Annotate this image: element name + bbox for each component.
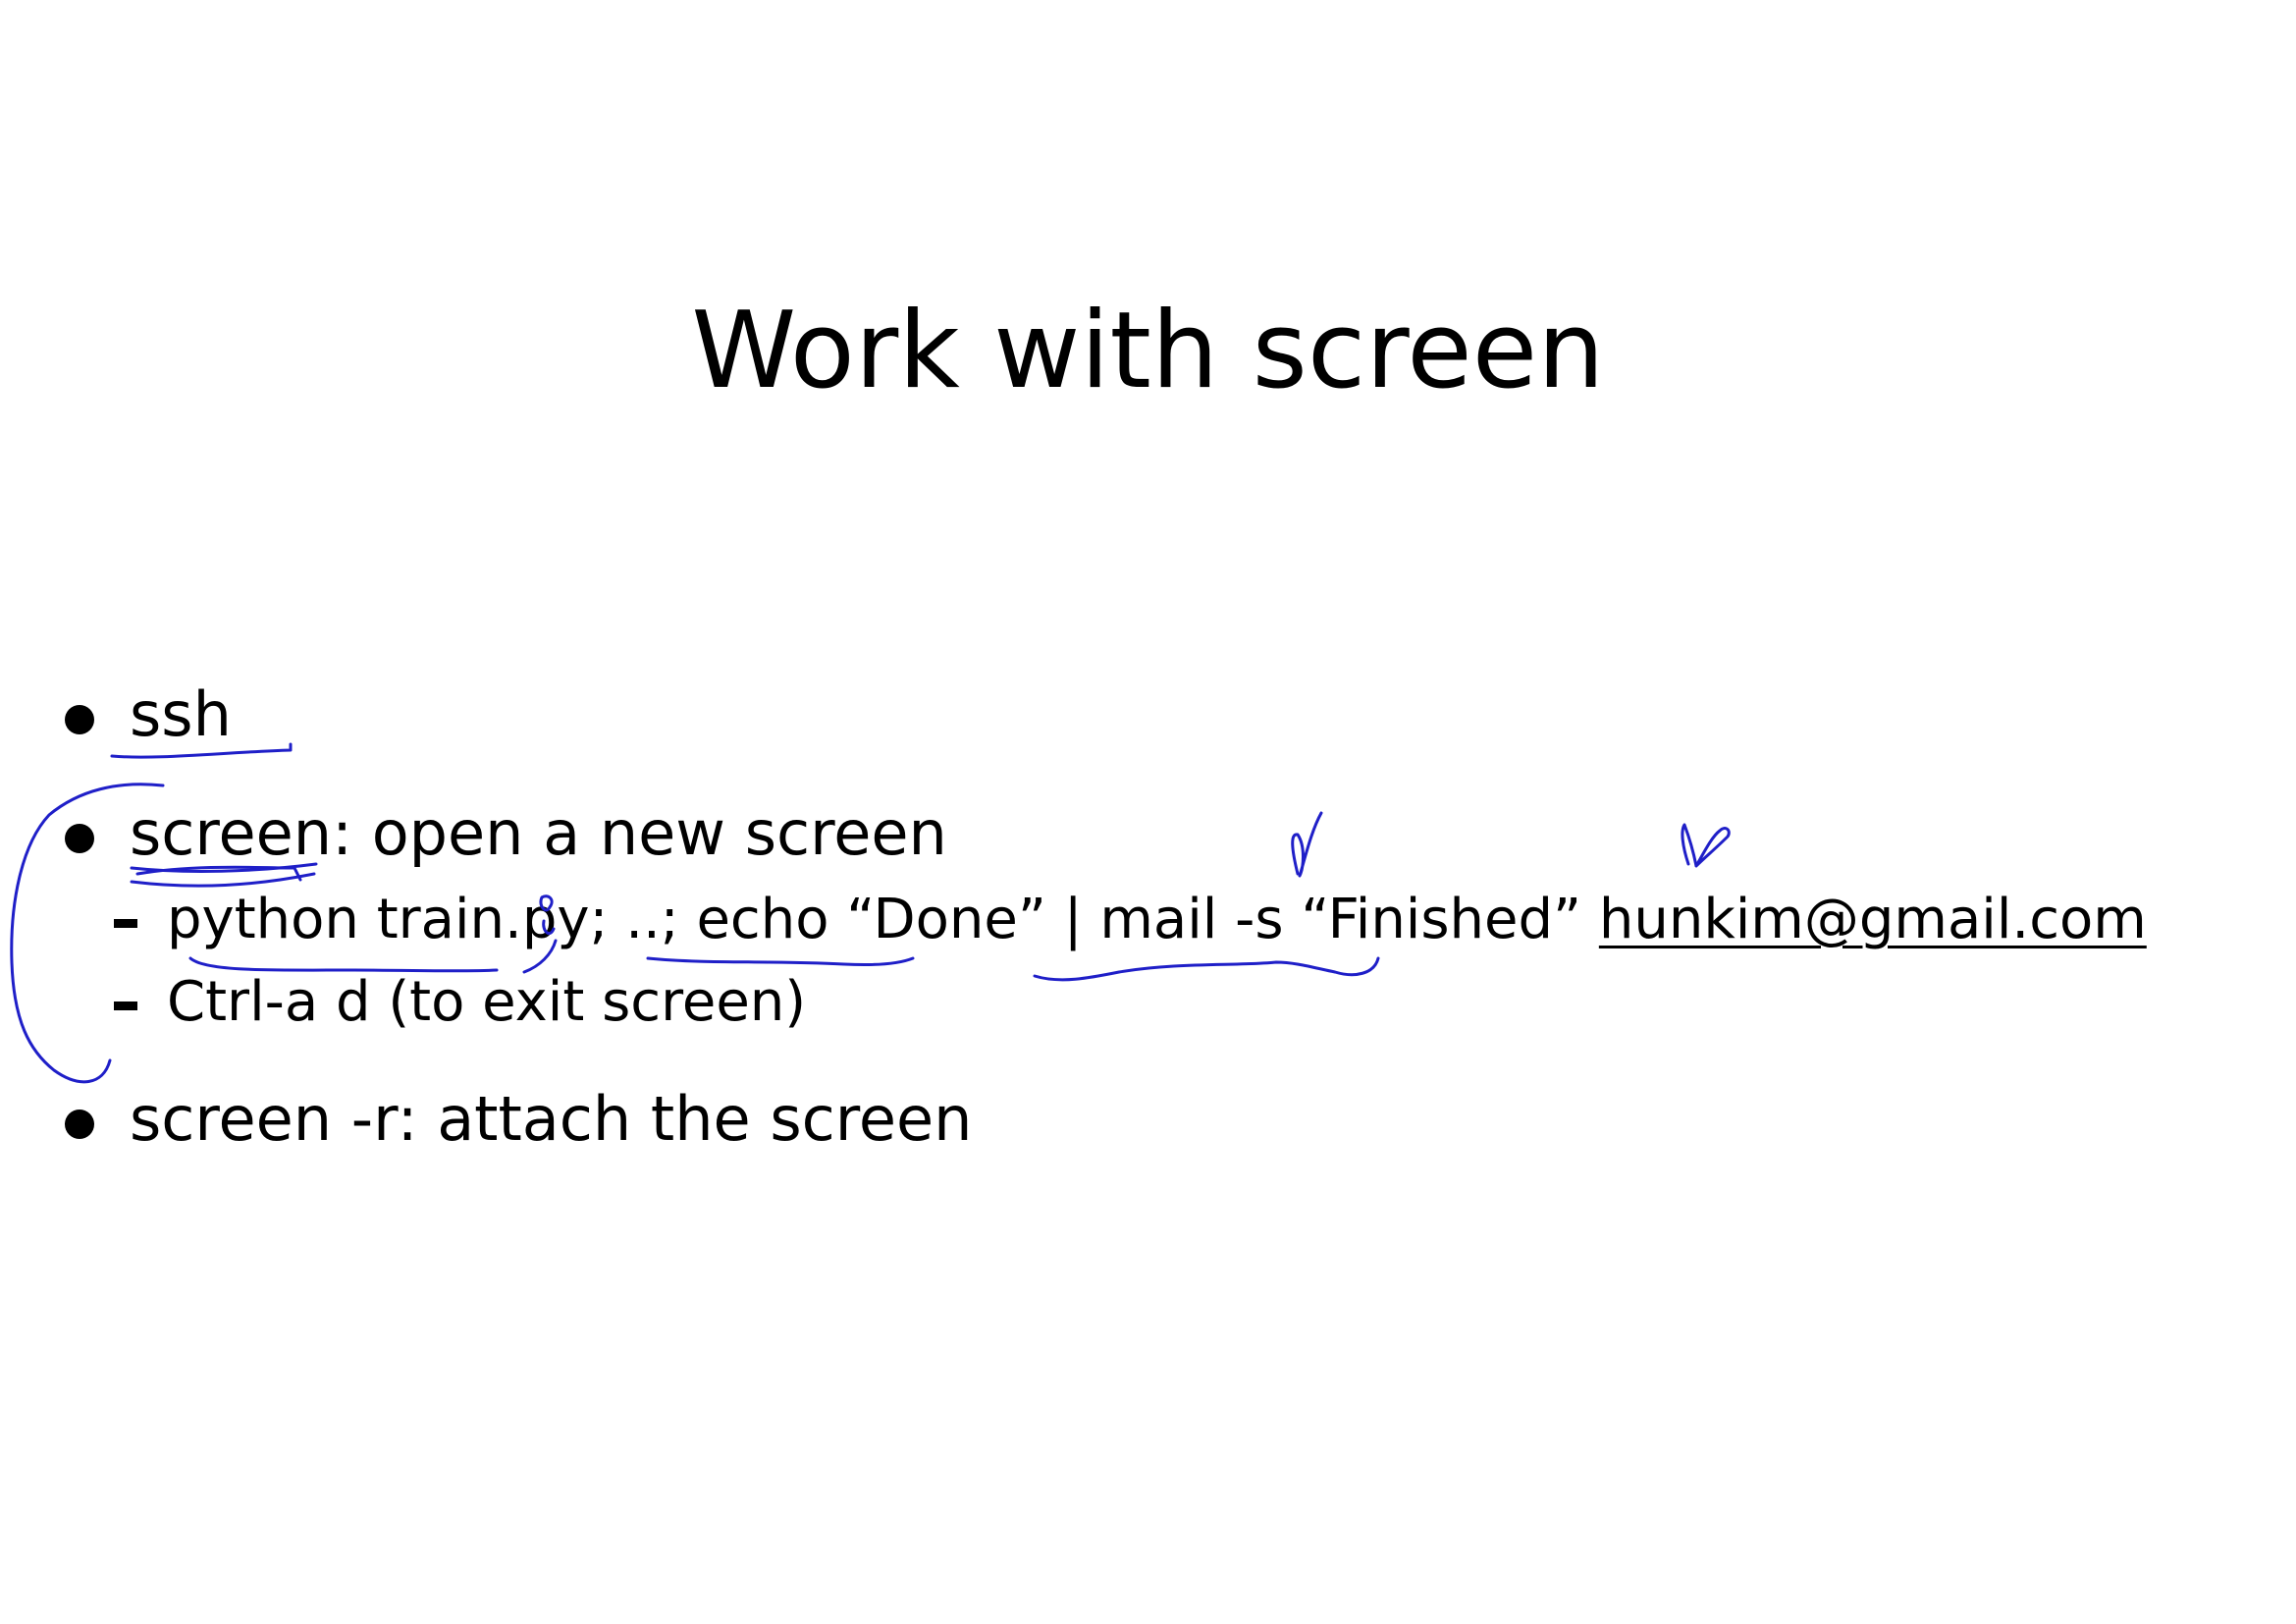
ink-underline-echo bbox=[646, 956, 915, 967]
dash-marker bbox=[114, 919, 137, 928]
bullet-text: screen -r: attach the screen bbox=[130, 1082, 972, 1157]
ink-check-1 bbox=[1291, 811, 1323, 878]
bullet-term: screen: bbox=[130, 797, 352, 869]
bullet-term: ssh bbox=[130, 678, 232, 750]
bullet-text: screen: open a new screen bbox=[130, 796, 947, 871]
bullet-rest: open a new screen bbox=[352, 797, 947, 869]
dash-marker bbox=[114, 1001, 137, 1010]
ink-check-2 bbox=[1681, 823, 1731, 868]
ink-underline-screen-3 bbox=[130, 872, 316, 888]
bullet-term: screen -r: bbox=[130, 1083, 418, 1155]
sub-item-text: Ctrl-a d (to exit screen) bbox=[167, 970, 807, 1034]
bullet-rest: attach the screen bbox=[417, 1083, 973, 1155]
bullet-text: ssh bbox=[130, 677, 232, 752]
bullet-dot bbox=[65, 824, 94, 853]
bullet-dot bbox=[65, 705, 94, 734]
sub-item-text: python train.py; ..; echo “Done” | mail … bbox=[167, 886, 2147, 954]
ink-underline-mail bbox=[1033, 956, 1380, 982]
slide-title: Work with screen bbox=[691, 290, 1605, 412]
command-text: python train.py; ..; echo “Done” | mail … bbox=[167, 888, 1599, 951]
slide: Work with screen ssh screen: open a new … bbox=[0, 0, 2296, 1624]
email-link[interactable]: hunkim@gmail.com bbox=[1599, 888, 2147, 951]
bullet-dot bbox=[65, 1110, 94, 1139]
